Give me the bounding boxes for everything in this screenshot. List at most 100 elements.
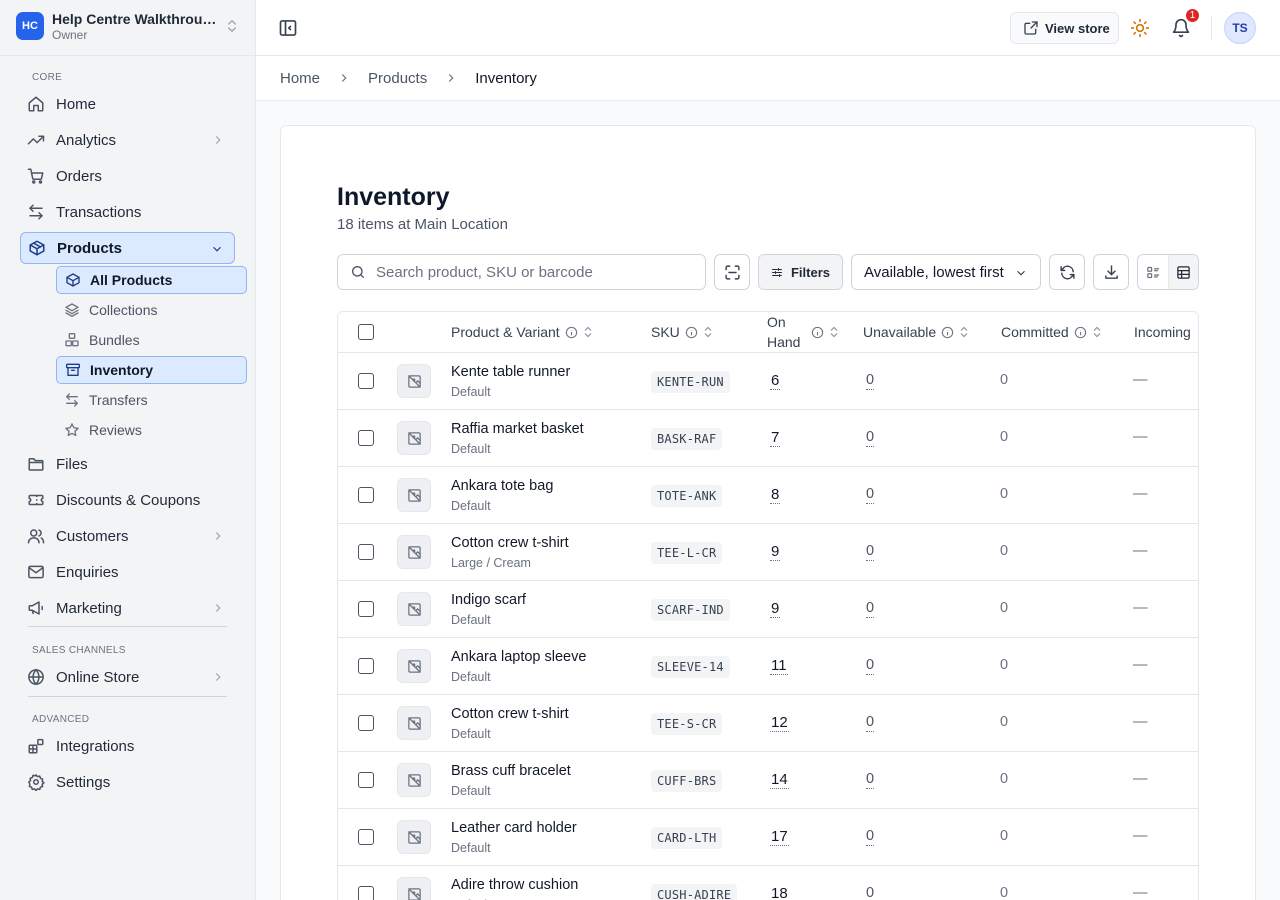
row-checkbox[interactable] (358, 715, 374, 731)
column-header-product[interactable]: Product & Variant (451, 312, 593, 352)
product-name[interactable]: Kente table runner (451, 364, 570, 380)
sidebar-subitem-bundles[interactable]: Bundles (56, 326, 247, 354)
unavailable-value[interactable]: 0 (866, 885, 874, 900)
sun-icon[interactable] (1130, 18, 1150, 38)
table-row[interactable]: Indigo scarf Default SCARF-IND 9 0 0 — (338, 581, 1198, 638)
sidebar-item-analytics[interactable]: Analytics (20, 124, 235, 156)
sidebar-subitem-label: Transfers (89, 392, 148, 408)
filters-button[interactable]: Filters (758, 254, 843, 290)
row-checkbox[interactable] (358, 544, 374, 560)
sidebar-item-label: Transactions (56, 203, 142, 221)
product-name[interactable]: Leather card holder (451, 820, 577, 836)
unavailable-value[interactable]: 0 (866, 372, 875, 390)
avatar[interactable]: TS (1224, 12, 1256, 44)
breadcrumb-home[interactable]: Home (280, 70, 320, 87)
row-checkbox[interactable] (358, 487, 374, 503)
unavailable-value[interactable]: 0 (866, 486, 875, 504)
sidebar-item-enquiries[interactable]: Enquiries (20, 556, 235, 588)
search-icon (352, 266, 364, 278)
unavailable-value[interactable]: 0 (866, 657, 875, 675)
table-row[interactable]: Kente table runner Default KENTE-RUN 6 0… (338, 353, 1198, 410)
row-checkbox[interactable] (358, 829, 374, 845)
column-header-sku[interactable]: SKU (651, 312, 713, 352)
sidebar-item-orders[interactable]: Orders (20, 160, 235, 192)
select-all-checkbox[interactable] (358, 324, 374, 340)
download-button[interactable] (1093, 254, 1129, 290)
table-row[interactable]: Cotton crew t-shirt Large / Cream TEE-L-… (338, 524, 1198, 581)
sidebar-item-customers[interactable]: Customers (20, 520, 235, 552)
sidebar-item-integrations[interactable]: Integrations (20, 730, 235, 762)
product-name[interactable]: Raffia market basket (451, 421, 584, 437)
product-name[interactable]: Indigo scarf (451, 592, 526, 608)
refresh-button[interactable] (1049, 254, 1085, 290)
on-hand-value[interactable]: 18 (770, 885, 789, 900)
on-hand-value[interactable]: 7 (770, 429, 781, 447)
column-header-incoming[interactable]: Incoming (1134, 312, 1191, 352)
sidebar-item-home[interactable]: Home (20, 88, 235, 120)
product-name[interactable]: Adire throw cushion (451, 877, 578, 893)
table-row[interactable]: Leather card holder Default CARD-LTH 17 … (338, 809, 1198, 866)
unavailable-value[interactable]: 0 (866, 714, 875, 732)
on-hand-value[interactable]: 17 (770, 828, 789, 846)
table-row[interactable]: Adire throw cushion Default CUSH-ADIRE 1… (338, 866, 1198, 900)
on-hand-value[interactable]: 8 (770, 486, 781, 504)
list-view-button[interactable] (1138, 255, 1168, 289)
row-checkbox[interactable] (358, 886, 374, 900)
on-hand-value[interactable]: 9 (770, 543, 781, 561)
row-checkbox[interactable] (358, 772, 374, 788)
sidebar-item-online-store[interactable]: Online Store (20, 661, 235, 693)
sort-icon (1093, 326, 1101, 338)
on-hand-value[interactable]: 12 (770, 714, 789, 732)
sidebar-subitem-collections[interactable]: Collections (56, 296, 247, 324)
product-name[interactable]: Ankara tote bag (451, 478, 553, 494)
product-name[interactable]: Ankara laptop sleeve (451, 649, 586, 665)
workspace-switcher[interactable]: HC Help Centre Walkthrough Owner (16, 10, 240, 42)
row-checkbox[interactable] (358, 430, 374, 446)
search-input[interactable] (376, 263, 696, 281)
column-header-unavailable[interactable]: Unavailable (863, 312, 969, 352)
table-row[interactable]: Raffia market basket Default BASK-RAF 7 … (338, 410, 1198, 467)
breadcrumb-products[interactable]: Products (368, 70, 427, 87)
sidebar-subitem-inventory[interactable]: Inventory (56, 356, 247, 384)
row-checkbox[interactable] (358, 658, 374, 674)
on-hand-value[interactable]: 6 (770, 372, 781, 390)
sidebar-subitem-all-products[interactable]: All Products (56, 266, 247, 294)
unavailable-value[interactable]: 0 (866, 600, 875, 618)
unavailable-value[interactable]: 0 (866, 429, 875, 447)
view-store-button[interactable]: View store (1010, 12, 1119, 44)
unavailable-value[interactable]: 0 (866, 828, 875, 846)
sidebar-subitem-transfers[interactable]: Transfers (56, 386, 247, 414)
unavailable-value[interactable]: 0 (866, 771, 875, 789)
on-hand-value[interactable]: 9 (770, 600, 781, 618)
table-row[interactable]: Ankara laptop sleeve Default SLEEVE-14 1… (338, 638, 1198, 695)
product-name[interactable]: Brass cuff bracelet (451, 763, 571, 779)
row-checkbox[interactable] (358, 373, 374, 389)
table-row[interactable]: Ankara tote bag Default TOTE-ANK 8 0 0 — (338, 467, 1198, 524)
sidebar-item-products[interactable]: Products (20, 232, 235, 264)
unavailable-value[interactable]: 0 (866, 543, 875, 561)
sidebar-item-marketing[interactable]: Marketing (20, 592, 235, 624)
sidebar-item-transactions[interactable]: Transactions (20, 196, 235, 228)
on-hand-value[interactable]: 11 (770, 657, 788, 675)
sidebar-item-discounts[interactable]: Discounts & Coupons (20, 484, 235, 516)
product-variant: Large / Cream (451, 556, 531, 570)
table-view-button[interactable] (1168, 255, 1198, 289)
on-hand-value[interactable]: 14 (770, 771, 789, 789)
inventory-card: Inventory 18 items at Main Location Filt… (280, 125, 1256, 900)
sidebar-item-files[interactable]: Files (20, 448, 235, 480)
table-view-icon (1177, 265, 1190, 279)
table-row[interactable]: Brass cuff bracelet Default CUFF-BRS 14 … (338, 752, 1198, 809)
scan-barcode-button[interactable] (714, 254, 750, 290)
product-name[interactable]: Cotton crew t-shirt (451, 535, 569, 551)
breadcrumb-inventory: Inventory (475, 69, 537, 87)
column-header-on-hand[interactable]: On Hand (767, 312, 839, 352)
committed-value: 0 (1000, 429, 1009, 445)
sidebar-item-settings[interactable]: Settings (20, 766, 235, 798)
product-name[interactable]: Cotton crew t-shirt (451, 706, 569, 722)
sort-select[interactable]: Available, lowest first (851, 254, 1041, 290)
row-checkbox[interactable] (358, 601, 374, 617)
sidebar-subitem-reviews[interactable]: Reviews (56, 416, 247, 444)
table-row[interactable]: Cotton crew t-shirt Default TEE-S-CR 12 … (338, 695, 1198, 752)
sidebar-toggle-icon[interactable] (278, 18, 298, 38)
column-header-committed[interactable]: Committed (1001, 312, 1102, 352)
